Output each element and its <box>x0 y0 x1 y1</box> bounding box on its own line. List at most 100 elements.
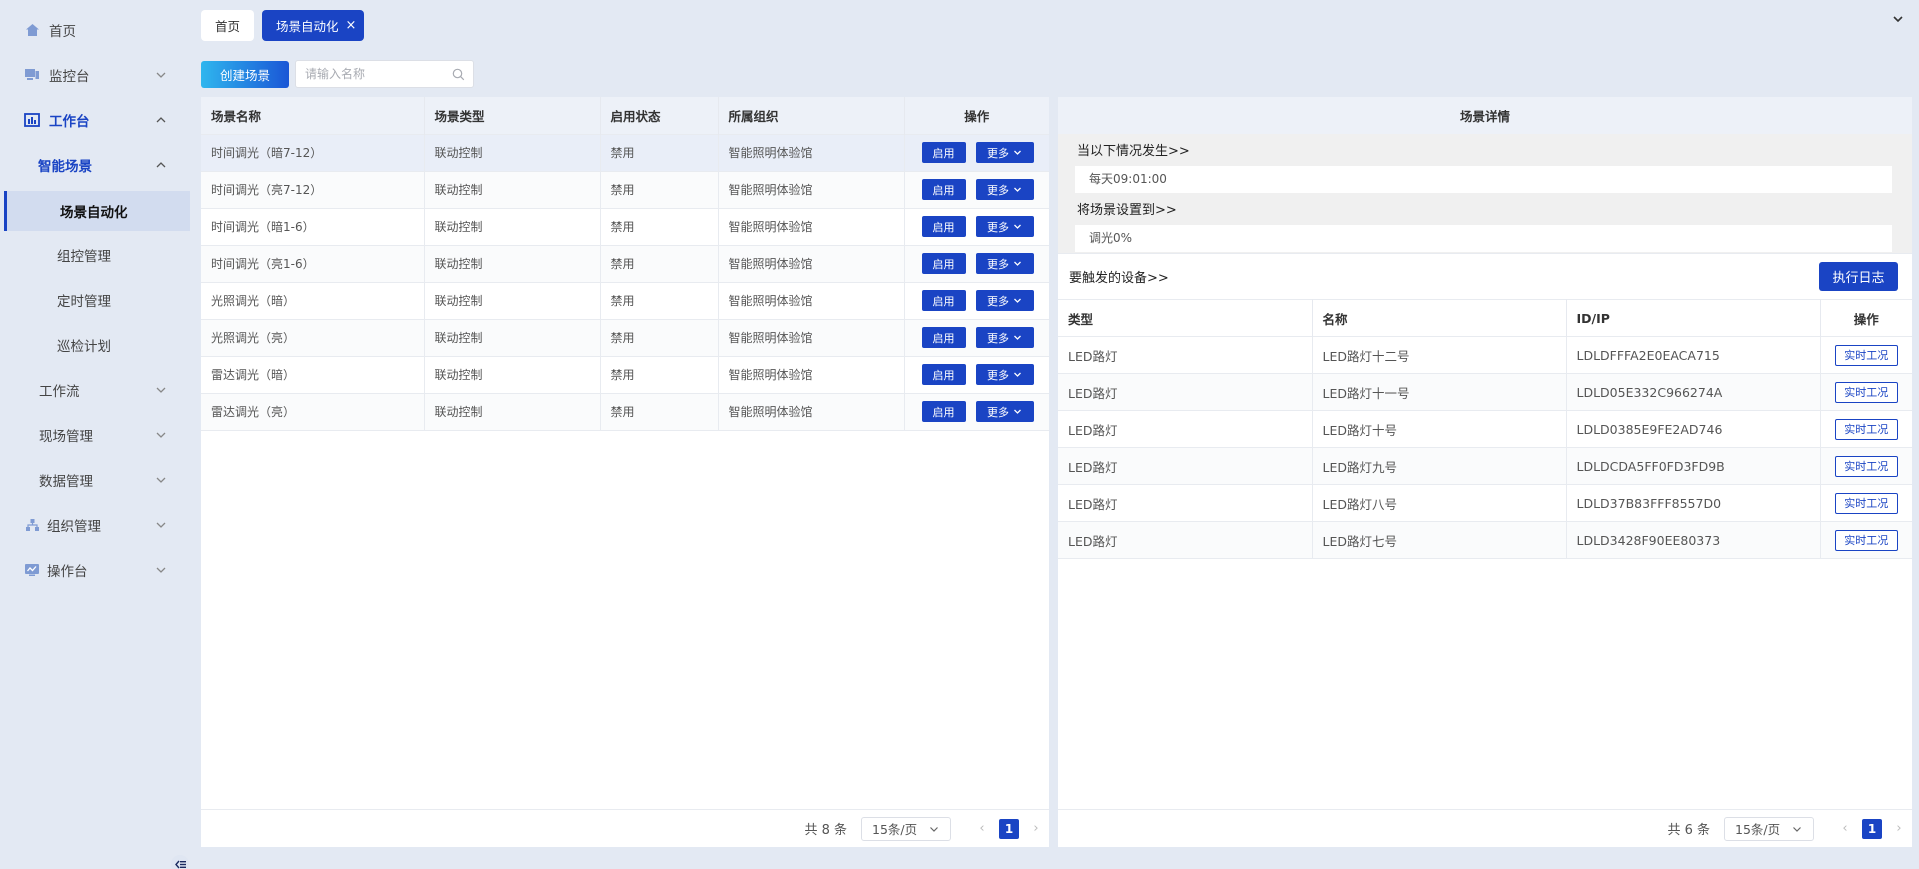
table-cell: LED路灯十一号 <box>1312 373 1567 411</box>
column-header: 场景类型 <box>424 97 601 134</box>
sidebar-item-smart-scene[interactable]: 智能场景 <box>0 145 190 185</box>
table-cell: LED路灯 <box>1058 373 1313 411</box>
sidebar-item-org[interactable]: 组织管理 <box>0 505 190 545</box>
table-cell: 智能照明体验馆 <box>718 133 905 171</box>
more-button[interactable]: 更多 <box>975 401 1034 422</box>
more-label: 更多 <box>987 183 1009 197</box>
chevron-down-icon[interactable] <box>1891 12 1905 26</box>
more-button[interactable]: 更多 <box>975 290 1034 311</box>
column-header: 启用状态 <box>600 97 719 134</box>
table-cell: 智能照明体验馆 <box>718 244 905 282</box>
more-button[interactable]: 更多 <box>975 142 1034 163</box>
chevron-down-icon <box>1014 372 1021 377</box>
table-cell: 联动控制 <box>424 244 601 282</box>
table-cell: 联动控制 <box>424 170 601 208</box>
tab-scene-automation[interactable]: 场景自动化 × <box>262 10 365 41</box>
condition-section: 当以下情况发生>> 每天09:01:00 将场景设置到>> 调光0% <box>1058 134 1912 253</box>
more-button[interactable]: 更多 <box>975 216 1034 237</box>
more-button[interactable]: 更多 <box>975 179 1034 200</box>
sidebar-item-workbench[interactable]: 工作台 <box>0 100 190 140</box>
table-cell: 禁用 <box>600 392 719 431</box>
page-number[interactable]: 1 <box>999 818 1019 839</box>
sidebar-item-site[interactable]: 现场管理 <box>0 415 190 455</box>
chevron-up-icon <box>156 117 166 123</box>
enable-button[interactable]: 启用 <box>921 253 966 274</box>
column-header: 操作 <box>904 97 1049 134</box>
tab-home[interactable]: 首页 <box>201 10 255 41</box>
table-cell: 联动控制 <box>424 355 601 393</box>
devices-label: 要触发的设备>> <box>1069 271 1169 286</box>
sidebar-item-timer[interactable]: 定时管理 <box>0 280 190 320</box>
enable-button[interactable]: 启用 <box>921 290 966 311</box>
realtime-status-button[interactable]: 实时工况 <box>1834 418 1898 440</box>
scene-list-panel: 场景名称 场景类型 启用状态 所属组织 操作 时间调光（暗7-12） 联动控制 禁用… <box>201 97 1049 847</box>
table-cell: 禁用 <box>600 133 719 171</box>
close-icon[interactable]: × <box>346 18 357 33</box>
sidebar-item-monitor[interactable]: 监控台 <box>0 55 190 95</box>
realtime-status-button[interactable]: 实时工况 <box>1834 344 1898 366</box>
more-label: 更多 <box>987 294 1009 308</box>
table-row[interactable]: 时间调光（暗1-6） 联动控制 禁用 智能照明体验馆 启用 更多 <box>201 207 1049 245</box>
sidebar-item-console[interactable]: 操作台 <box>0 550 190 590</box>
create-scene-button[interactable]: 创建场景 <box>201 61 289 88</box>
execution-log-button[interactable]: 执行日志 <box>1819 262 1898 291</box>
realtime-status-button[interactable]: 实时工况 <box>1834 492 1898 514</box>
enable-button[interactable]: 启用 <box>921 142 966 163</box>
enable-button[interactable]: 启用 <box>921 364 966 385</box>
sidebar-item-inspection[interactable]: 巡检计划 <box>0 325 190 365</box>
table-row[interactable]: 时间调光（亮1-6） 联动控制 禁用 智能照明体验馆 启用 更多 <box>201 244 1049 282</box>
dashboard-icon <box>24 113 40 127</box>
table-row[interactable]: 光照调光（暗） 联动控制 禁用 智能照明体验馆 启用 更多 <box>201 281 1049 319</box>
realtime-status-button[interactable]: 实时工况 <box>1834 381 1898 403</box>
next-page-button[interactable]: › <box>1888 818 1910 840</box>
sidebar-collapse-button[interactable] <box>171 855 189 869</box>
sidebar-item-workflow[interactable]: 工作流 <box>0 370 190 410</box>
table-cell: 智能照明体验馆 <box>718 207 905 245</box>
prev-page-button[interactable]: ‹ <box>1834 818 1856 840</box>
next-page-button[interactable]: › <box>1025 818 1047 840</box>
page-size-select[interactable]: 15条/页 <box>861 816 951 841</box>
sidebar-item-scene-automation[interactable]: 场景自动化 <box>4 191 190 231</box>
page-size-select[interactable]: 15条/页 <box>1724 816 1814 841</box>
search-input[interactable] <box>296 61 446 87</box>
table-row: LED路灯 LED路灯十二号 LDLDFFFA2E0EACA715 实时工况 <box>1058 336 1912 374</box>
sidebar: 首页 监控台 工作台 智能场景 场景自动化 组控管理 定时管理 巡检计划 工作流… <box>0 0 194 869</box>
table-row[interactable]: 时间调光（亮7-12） 联动控制 禁用 智能照明体验馆 启用 更多 <box>201 170 1049 208</box>
actions-cell: 实时工况 <box>1820 336 1912 374</box>
table-row: LED路灯 LED路灯八号 LDLD37B83FFF8557D0 实时工况 <box>1058 484 1912 522</box>
realtime-status-button[interactable]: 实时工况 <box>1834 529 1898 551</box>
scene-detail-panel: 场景详情 当以下情况发生>> 每天09:01:00 将场景设置到>> 调光0% … <box>1058 97 1912 847</box>
table-cell: LDLD37B83FFF8557D0 <box>1566 484 1821 522</box>
more-label: 更多 <box>987 257 1009 271</box>
more-button[interactable]: 更多 <box>975 253 1034 274</box>
page-number[interactable]: 1 <box>1862 818 1882 839</box>
table-row[interactable]: 光照调光（亮） 联动控制 禁用 智能照明体验馆 启用 更多 <box>201 318 1049 356</box>
table-row: LED路灯 LED路灯十号 LDLD0385E9FE2AD746 实时工况 <box>1058 410 1912 448</box>
table-cell: 时间调光（亮7-12） <box>201 170 425 208</box>
more-button[interactable]: 更多 <box>975 327 1034 348</box>
table-row[interactable]: 时间调光（暗7-12） 联动控制 禁用 智能照明体验馆 启用 更多 <box>201 133 1049 171</box>
enable-button[interactable]: 启用 <box>921 327 966 348</box>
tab-label: 场景自动化 <box>276 19 339 34</box>
table-row[interactable]: 雷达调光（亮） 联动控制 禁用 智能照明体验馆 启用 更多 <box>201 392 1049 431</box>
table-row[interactable]: 雷达调光（暗） 联动控制 禁用 智能照明体验馆 启用 更多 <box>201 355 1049 393</box>
actions-cell: 启用 更多 <box>904 281 1049 319</box>
table-cell: 联动控制 <box>424 207 601 245</box>
table-cell: 禁用 <box>600 281 719 319</box>
enable-button[interactable]: 启用 <box>921 179 966 200</box>
enable-button[interactable]: 启用 <box>921 401 966 422</box>
realtime-status-button[interactable]: 实时工况 <box>1834 455 1898 477</box>
enable-button[interactable]: 启用 <box>921 216 966 237</box>
chevron-down-icon <box>156 432 166 438</box>
actions-cell: 启用 更多 <box>904 207 1049 245</box>
more-button[interactable]: 更多 <box>975 364 1034 385</box>
sidebar-item-data[interactable]: 数据管理 <box>0 460 190 500</box>
table-cell: 禁用 <box>600 207 719 245</box>
search-icon[interactable] <box>452 68 465 81</box>
sidebar-item-home[interactable]: 首页 <box>0 10 190 50</box>
chevron-down-icon <box>1014 409 1021 414</box>
chevron-down-icon <box>156 522 166 528</box>
sidebar-item-group-control[interactable]: 组控管理 <box>0 235 190 275</box>
prev-page-button[interactable]: ‹ <box>971 818 993 840</box>
more-label: 更多 <box>987 146 1009 160</box>
